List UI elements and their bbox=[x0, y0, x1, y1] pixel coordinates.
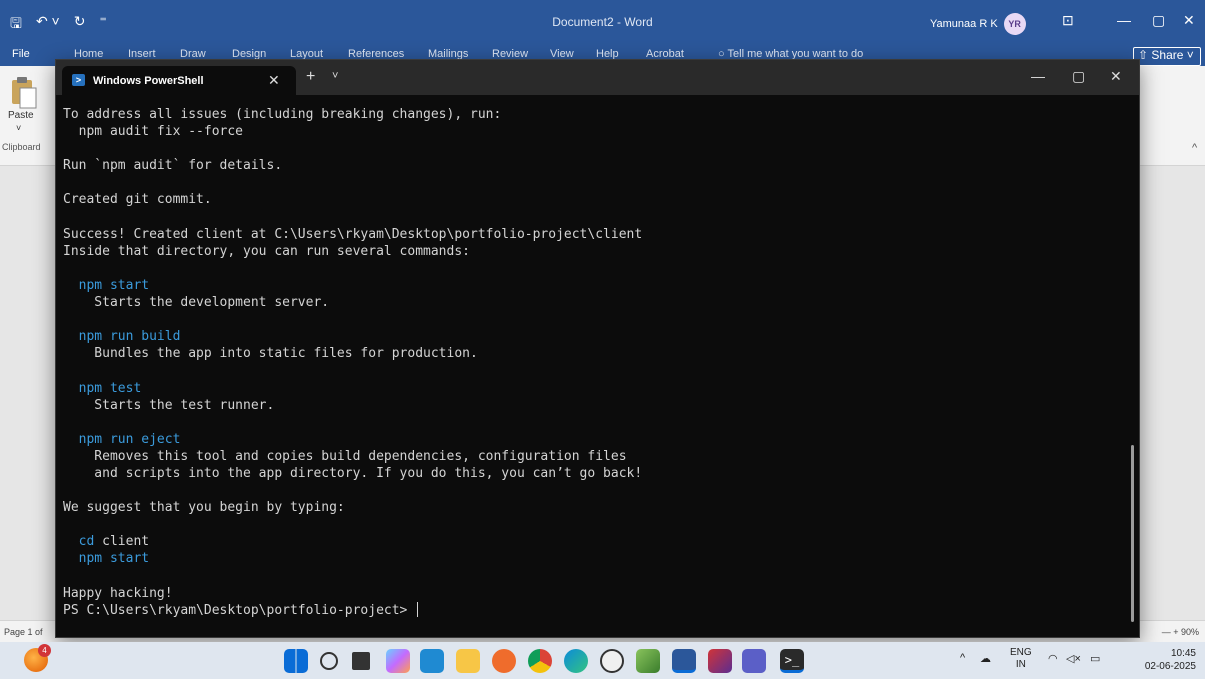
notification-app-icon[interactable]: 4 bbox=[24, 644, 51, 672]
terminal-line: Starts the test runner. bbox=[63, 397, 275, 413]
paste-icon[interactable] bbox=[8, 76, 38, 110]
terminal-line: Happy hacking! bbox=[63, 585, 173, 601]
word-title-bar: 🖫 ↶ ˅ ↻ ⁼ Document2 - Word Yamunaa R K Y… bbox=[0, 0, 1205, 44]
edge-icon[interactable] bbox=[564, 649, 588, 673]
volume-icon[interactable]: ◁× bbox=[1066, 652, 1081, 665]
chrome-icon[interactable] bbox=[528, 649, 552, 673]
taskbar: 4 >_ ^ ☁ ENG IN ◠ ◁× ▭ 10:45 02-06-2025 bbox=[0, 642, 1205, 679]
clipboard-group-label: Clipboard bbox=[2, 142, 41, 152]
start-icon[interactable] bbox=[284, 649, 308, 673]
powershell-window: > Windows PowerShell ✕ + ˅ — ▢ ✕ To addr… bbox=[55, 59, 1140, 638]
terminal-line: cd client bbox=[63, 534, 150, 550]
language-indicator[interactable]: ENG IN bbox=[1010, 647, 1032, 671]
terminal-line: Bundles the app into static files for pr… bbox=[63, 346, 478, 362]
task-view-icon[interactable] bbox=[352, 652, 370, 670]
avatar[interactable]: YR bbox=[1003, 13, 1026, 35]
terminal-line: Removes this tool and copies build depen… bbox=[63, 448, 627, 464]
terminal-output[interactable]: To address all issues (including breakin… bbox=[63, 106, 1123, 619]
battery-icon[interactable]: ▭ bbox=[1090, 652, 1100, 665]
paint-icon[interactable] bbox=[492, 649, 516, 673]
text-cursor bbox=[417, 601, 419, 617]
terminal-line: npm test bbox=[63, 380, 142, 396]
terminal-line: npm run eject bbox=[63, 431, 181, 447]
soccer-app-icon[interactable] bbox=[600, 649, 624, 673]
terminal-tab[interactable]: > Windows PowerShell ✕ bbox=[62, 66, 296, 95]
notification-badge: 4 bbox=[38, 644, 51, 657]
zoom-level[interactable]: — + 90% bbox=[1162, 627, 1199, 637]
photos-icon[interactable] bbox=[636, 649, 660, 673]
share-button[interactable]: ⇧ Share ˅ bbox=[1133, 47, 1201, 66]
scrollbar[interactable] bbox=[1131, 445, 1134, 622]
search-icon[interactable] bbox=[320, 652, 338, 670]
close-icon[interactable]: ✕ bbox=[1110, 68, 1122, 85]
copilot-icon[interactable] bbox=[386, 649, 410, 673]
close-tab-icon[interactable]: ✕ bbox=[268, 72, 280, 89]
collapse-ribbon-icon[interactable]: ^ bbox=[1192, 142, 1197, 154]
new-tab-button[interactable]: + bbox=[306, 68, 315, 86]
chevron-up-icon[interactable]: ^ bbox=[960, 652, 965, 664]
terminal-line: Inside that directory, you can run sever… bbox=[63, 243, 470, 259]
terminal-line: npm audit fix --force bbox=[63, 124, 244, 140]
minimize-icon[interactable]: — bbox=[1031, 68, 1045, 84]
maximize-icon[interactable]: ▢ bbox=[1152, 12, 1165, 29]
terminal-line: Created git commit. bbox=[63, 192, 212, 208]
maximize-icon[interactable]: ▢ bbox=[1072, 68, 1085, 85]
terminal-line: Success! Created client at C:\Users\rkya… bbox=[63, 226, 643, 242]
minimize-icon[interactable]: — bbox=[1117, 12, 1131, 28]
user-name: Yamunaa R K bbox=[930, 18, 998, 30]
ribbon-display-icon[interactable]: ⊡ bbox=[1062, 12, 1074, 29]
wifi-icon[interactable]: ◠ bbox=[1048, 652, 1058, 665]
paste-button-label[interactable]: Paste bbox=[8, 110, 34, 121]
teams-icon[interactable] bbox=[742, 649, 766, 673]
cloud-icon[interactable]: ☁ bbox=[980, 652, 991, 665]
terminal-line: Run `npm audit` for details. bbox=[63, 158, 283, 174]
terminal-prompt: PS C:\Users\rkyam\Desktop\portfolio-proj… bbox=[63, 601, 1123, 619]
close-icon[interactable]: ✕ bbox=[1183, 12, 1195, 29]
file-explorer-icon[interactable] bbox=[456, 649, 480, 673]
vscode-icon[interactable] bbox=[420, 649, 444, 673]
powershell-icon: > bbox=[72, 74, 85, 86]
share-icon: ⇧ bbox=[1138, 48, 1152, 62]
chevron-down-icon[interactable]: ˅ bbox=[16, 123, 21, 133]
word-icon[interactable] bbox=[672, 649, 696, 673]
page-count[interactable]: Page 1 of bbox=[4, 627, 43, 637]
clock[interactable]: 10:45 02-06-2025 bbox=[1134, 647, 1196, 673]
account-area[interactable]: Yamunaa R K YR bbox=[930, 13, 1026, 35]
tab-file[interactable]: File bbox=[12, 48, 30, 60]
chevron-down-icon[interactable]: ˅ bbox=[332, 70, 338, 82]
terminal-tab-bar: > Windows PowerShell ✕ + ˅ — ▢ ✕ bbox=[56, 60, 1139, 95]
terminal-line: npm run build bbox=[63, 329, 181, 345]
terminal-line: To address all issues (including breakin… bbox=[63, 107, 502, 122]
terminal-icon[interactable]: >_ bbox=[780, 649, 804, 673]
terminal-line: We suggest that you begin by typing: bbox=[63, 500, 345, 516]
terminal-line: Starts the development server. bbox=[63, 295, 330, 311]
terminal-line: npm start bbox=[63, 277, 150, 293]
snipping-tool-icon[interactable] bbox=[708, 649, 732, 673]
terminal-line: and scripts into the app directory. If y… bbox=[63, 465, 643, 481]
tab-title: Windows PowerShell bbox=[93, 75, 204, 87]
terminal-line: npm start bbox=[63, 551, 150, 567]
